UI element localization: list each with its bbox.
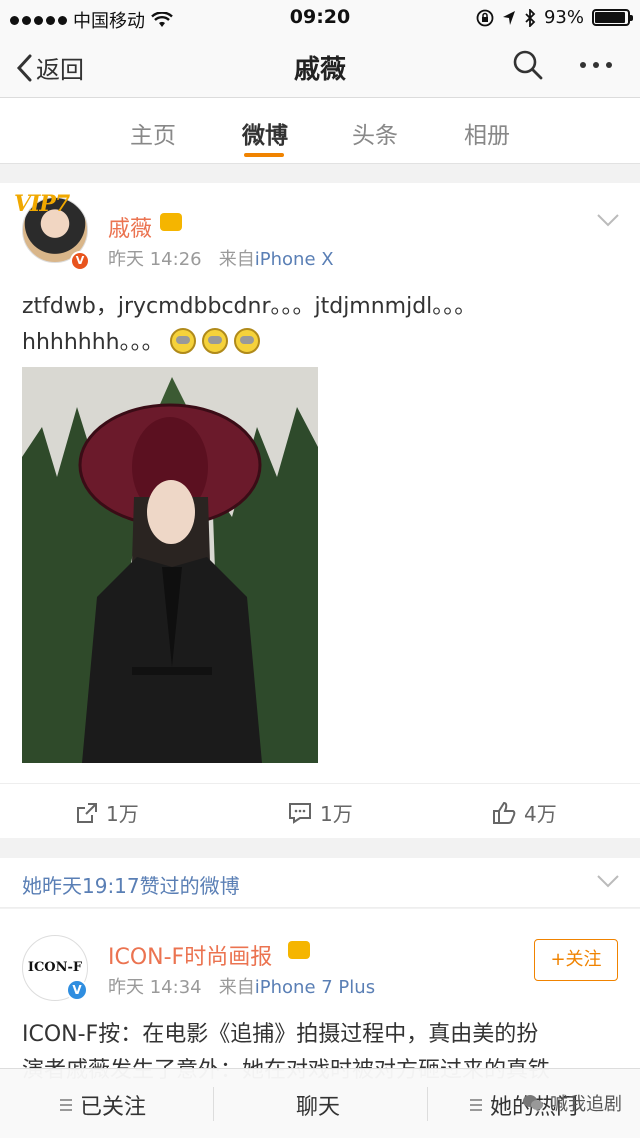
post-text: ztfdwb，jrycmdbbcdnr。。。jtdjmnmjdl。。。 hhhh… <box>22 289 622 361</box>
post-text-line: ICON-F按：在电影《追捕》拍摄过程中，真由美的扮 <box>22 1022 539 1047</box>
menu-icon <box>60 1099 72 1111</box>
post-text-line-2: hhhhhhh。。。 <box>22 330 164 355</box>
more-icon[interactable] <box>580 62 612 68</box>
chevron-down-icon[interactable] <box>596 874 620 888</box>
followed-button[interactable]: 已关注 <box>60 1089 146 1121</box>
tab-headlines[interactable]: 头条 <box>352 116 398 150</box>
repost-icon <box>77 802 97 823</box>
follow-button[interactable]: +关注 <box>534 939 618 981</box>
post-username[interactable]: 戚薇 <box>108 211 152 243</box>
post-source[interactable]: iPhone 7 Plus <box>255 977 375 998</box>
source-prefix: 来自 <box>218 977 255 998</box>
post-meta: 昨天 14:34 来自iPhone 7 Plus <box>108 973 375 999</box>
battery-icon <box>592 9 633 26</box>
repost-button[interactable]: 1万 <box>76 798 139 827</box>
rotation-lock-icon <box>476 9 494 26</box>
like-button[interactable]: 4万 <box>492 798 557 827</box>
status-bar: 中国移动 09:20 93% <box>0 0 640 34</box>
post-card-2: ICON-F V ICON-F时尚画报 昨天 14:34 来自iPhone 7 … <box>0 909 640 1089</box>
minion-emoji-icon <box>233 328 260 354</box>
divider <box>213 1087 214 1121</box>
verified-badge-icon: V <box>66 979 88 1001</box>
tab-weibo[interactable]: 微博 <box>242 116 288 150</box>
comment-icon <box>289 802 311 824</box>
search-icon[interactable] <box>512 49 544 81</box>
post-time: 昨天 14:26 <box>108 249 202 270</box>
crown-icon <box>160 213 182 231</box>
crown-icon <box>288 941 310 959</box>
minion-emoji-icon <box>169 328 196 354</box>
comment-button[interactable]: 1万 <box>288 798 353 827</box>
location-icon <box>502 10 515 25</box>
page-title: 戚薇 <box>293 55 346 85</box>
post-photo[interactable] <box>22 367 318 763</box>
repost-count: 1万 <box>106 802 139 826</box>
thumbs-up-icon <box>493 801 516 824</box>
watermark: 喊我追剧 <box>522 1090 622 1116</box>
tab-album[interactable]: 相册 <box>464 116 510 150</box>
minion-emoji-icon <box>201 328 228 354</box>
watermark-text: 喊我追剧 <box>550 1094 622 1115</box>
wechat-icon <box>523 1095 543 1110</box>
active-tab-indicator <box>244 153 284 157</box>
battery-percent: 93% <box>543 7 584 28</box>
like-count: 4万 <box>524 802 557 826</box>
tab-home[interactable]: 主页 <box>130 116 176 150</box>
post-photo-illustration <box>22 367 318 763</box>
post-meta: 昨天 14:26 来自iPhone X <box>108 245 334 271</box>
comment-count: 1万 <box>320 802 353 826</box>
divider <box>427 1087 428 1121</box>
status-right: 93% <box>476 7 633 28</box>
nav-bar: 返回 戚薇 <box>0 34 640 98</box>
liked-header-text: 她昨天19:17赞过的微博 <box>22 874 240 898</box>
post-text-line: ztfdwb，jrycmdbbcdnr。。。jtdjmnmjdl。。。 <box>22 294 477 319</box>
post-text-line: hhhhhhh。。。 <box>22 325 622 361</box>
menu-icon <box>470 1099 482 1111</box>
bluetooth-icon <box>525 8 536 27</box>
profile-tabs: 主页 微博 头条 相册 <box>0 98 640 164</box>
vip-badge: VIP7 <box>14 191 70 217</box>
chat-button[interactable]: 聊天 <box>296 1089 340 1121</box>
post-username[interactable]: ICON-F时尚画报 <box>108 939 272 971</box>
post-time: 昨天 14:34 <box>108 977 202 998</box>
post-actions: 1万 1万 4万 <box>0 783 640 838</box>
followed-label: 已关注 <box>80 1095 147 1120</box>
source-prefix: 来自 <box>218 249 255 270</box>
verified-badge-icon: V <box>70 251 90 271</box>
chat-label: 聊天 <box>296 1095 341 1120</box>
post-source[interactable]: iPhone X <box>255 249 334 270</box>
post-card: VIP7 V 戚薇 昨天 14:26 来自iPhone X ztfdwb，jry… <box>0 183 640 838</box>
chevron-down-icon[interactable] <box>596 213 620 227</box>
liked-header[interactable]: 她昨天19:17赞过的微博 <box>0 858 640 908</box>
